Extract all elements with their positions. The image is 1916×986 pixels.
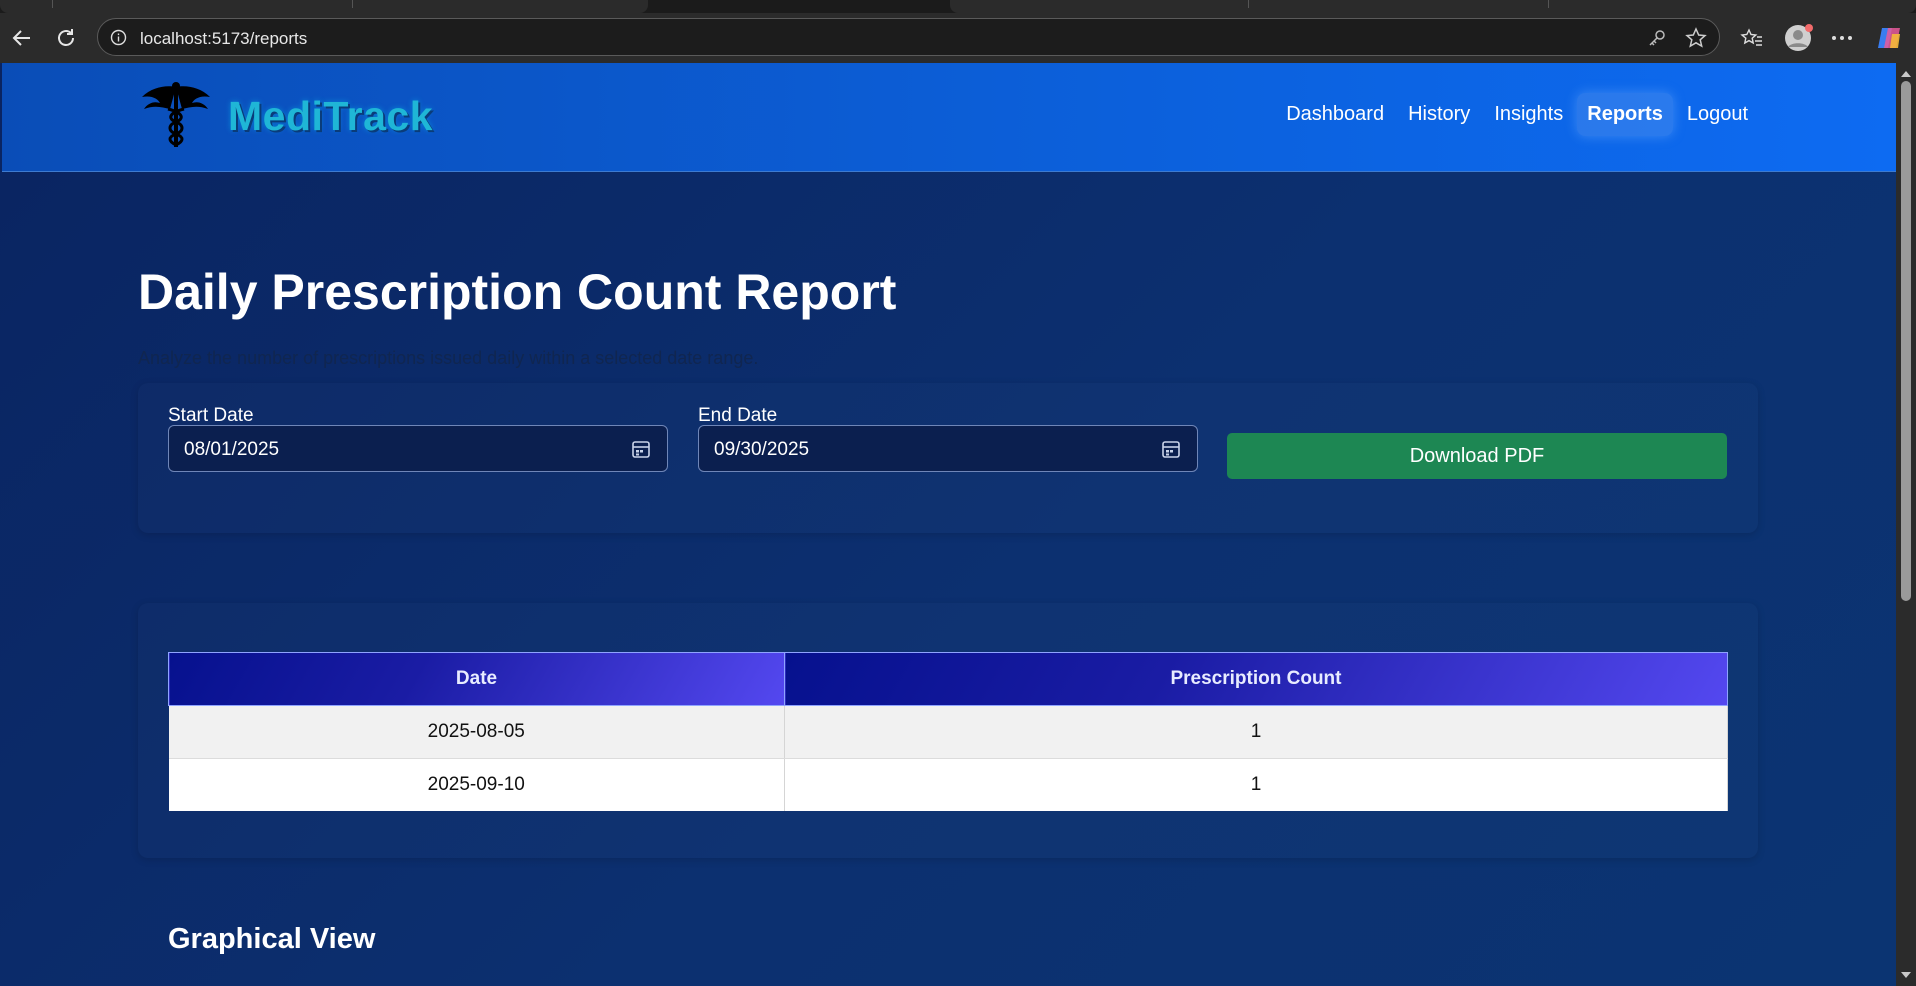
page-viewport: MediTrack Dashboard History Insights Rep… xyxy=(0,63,1896,986)
page-title: Daily Prescription Count Report xyxy=(138,264,897,320)
date-cell: 2025-08-05 xyxy=(168,705,785,759)
calendar-icon[interactable] xyxy=(1161,439,1181,463)
column-header-date[interactable]: Date xyxy=(168,652,785,706)
key-icon[interactable] xyxy=(1647,28,1667,52)
tab-separator xyxy=(352,0,353,8)
app-navbar: MediTrack Dashboard History Insights Rep… xyxy=(2,63,1896,172)
count-cell: 1 xyxy=(784,705,1728,759)
count-cell: 1 xyxy=(784,758,1728,811)
profile-avatar-icon[interactable] xyxy=(1780,20,1816,56)
graph-title: Graphical View xyxy=(168,923,376,955)
tab-separator xyxy=(1248,0,1249,8)
reload-icon[interactable] xyxy=(48,20,84,56)
page-subtitle: Analyze the number of prescriptions issu… xyxy=(138,348,759,368)
favorite-star-icon[interactable] xyxy=(1685,27,1707,53)
start-date-input[interactable]: 08/01/2025 xyxy=(168,425,668,472)
nav-link-insights[interactable]: Insights xyxy=(1484,93,1573,136)
tab-separator xyxy=(1548,0,1549,8)
address-bar[interactable]: localhost:5173/reports xyxy=(97,18,1720,56)
nav-link-dashboard[interactable]: Dashboard xyxy=(1276,93,1394,136)
nav-link-logout[interactable]: Logout xyxy=(1677,93,1758,136)
table-row: 2025-08-05 1 xyxy=(168,705,1728,759)
end-date-value: 09/30/2025 xyxy=(714,439,810,460)
back-icon[interactable] xyxy=(4,20,40,56)
more-menu-icon[interactable] xyxy=(1824,20,1860,56)
tab-background xyxy=(950,0,1916,13)
brand-name[interactable]: MediTrack xyxy=(228,93,433,140)
column-header-prescription-count[interactable]: Prescription Count xyxy=(784,652,1728,706)
table-row: 2025-09-10 1 xyxy=(168,758,1728,811)
nav-links: Dashboard History Insights Reports Logou… xyxy=(1276,93,1758,136)
site-info-icon[interactable] xyxy=(110,29,127,50)
tab-strip xyxy=(0,0,1916,13)
end-date-label: End Date xyxy=(698,405,778,426)
tab-separator xyxy=(52,0,53,8)
caduceus-logo-icon[interactable] xyxy=(140,79,212,155)
end-date-input[interactable]: 09/30/2025 xyxy=(698,425,1198,472)
start-date-label: Start Date xyxy=(168,405,254,426)
favorites-list-icon[interactable] xyxy=(1734,20,1770,56)
date-cell: 2025-09-10 xyxy=(168,758,785,811)
scrollbar-thumb[interactable] xyxy=(1901,81,1911,601)
tab-background xyxy=(0,0,648,13)
download-pdf-button[interactable]: Download PDF xyxy=(1227,433,1727,479)
scroll-up-icon[interactable] xyxy=(1901,71,1911,77)
prescription-count-table: Date Prescription Count 2025-08-05 1 202… xyxy=(168,652,1728,811)
start-date-value: 08/01/2025 xyxy=(184,439,280,460)
browser-toolbar: localhost:5173/reports xyxy=(0,13,1916,63)
nav-link-history[interactable]: History xyxy=(1398,93,1480,136)
url-text: localhost:5173/reports xyxy=(140,29,308,48)
calendar-icon[interactable] xyxy=(631,439,651,463)
page-scrollbar[interactable] xyxy=(1896,63,1916,986)
nav-link-reports[interactable]: Reports xyxy=(1577,93,1673,136)
copilot-icon[interactable] xyxy=(1872,20,1908,56)
scroll-down-icon[interactable] xyxy=(1901,972,1911,978)
